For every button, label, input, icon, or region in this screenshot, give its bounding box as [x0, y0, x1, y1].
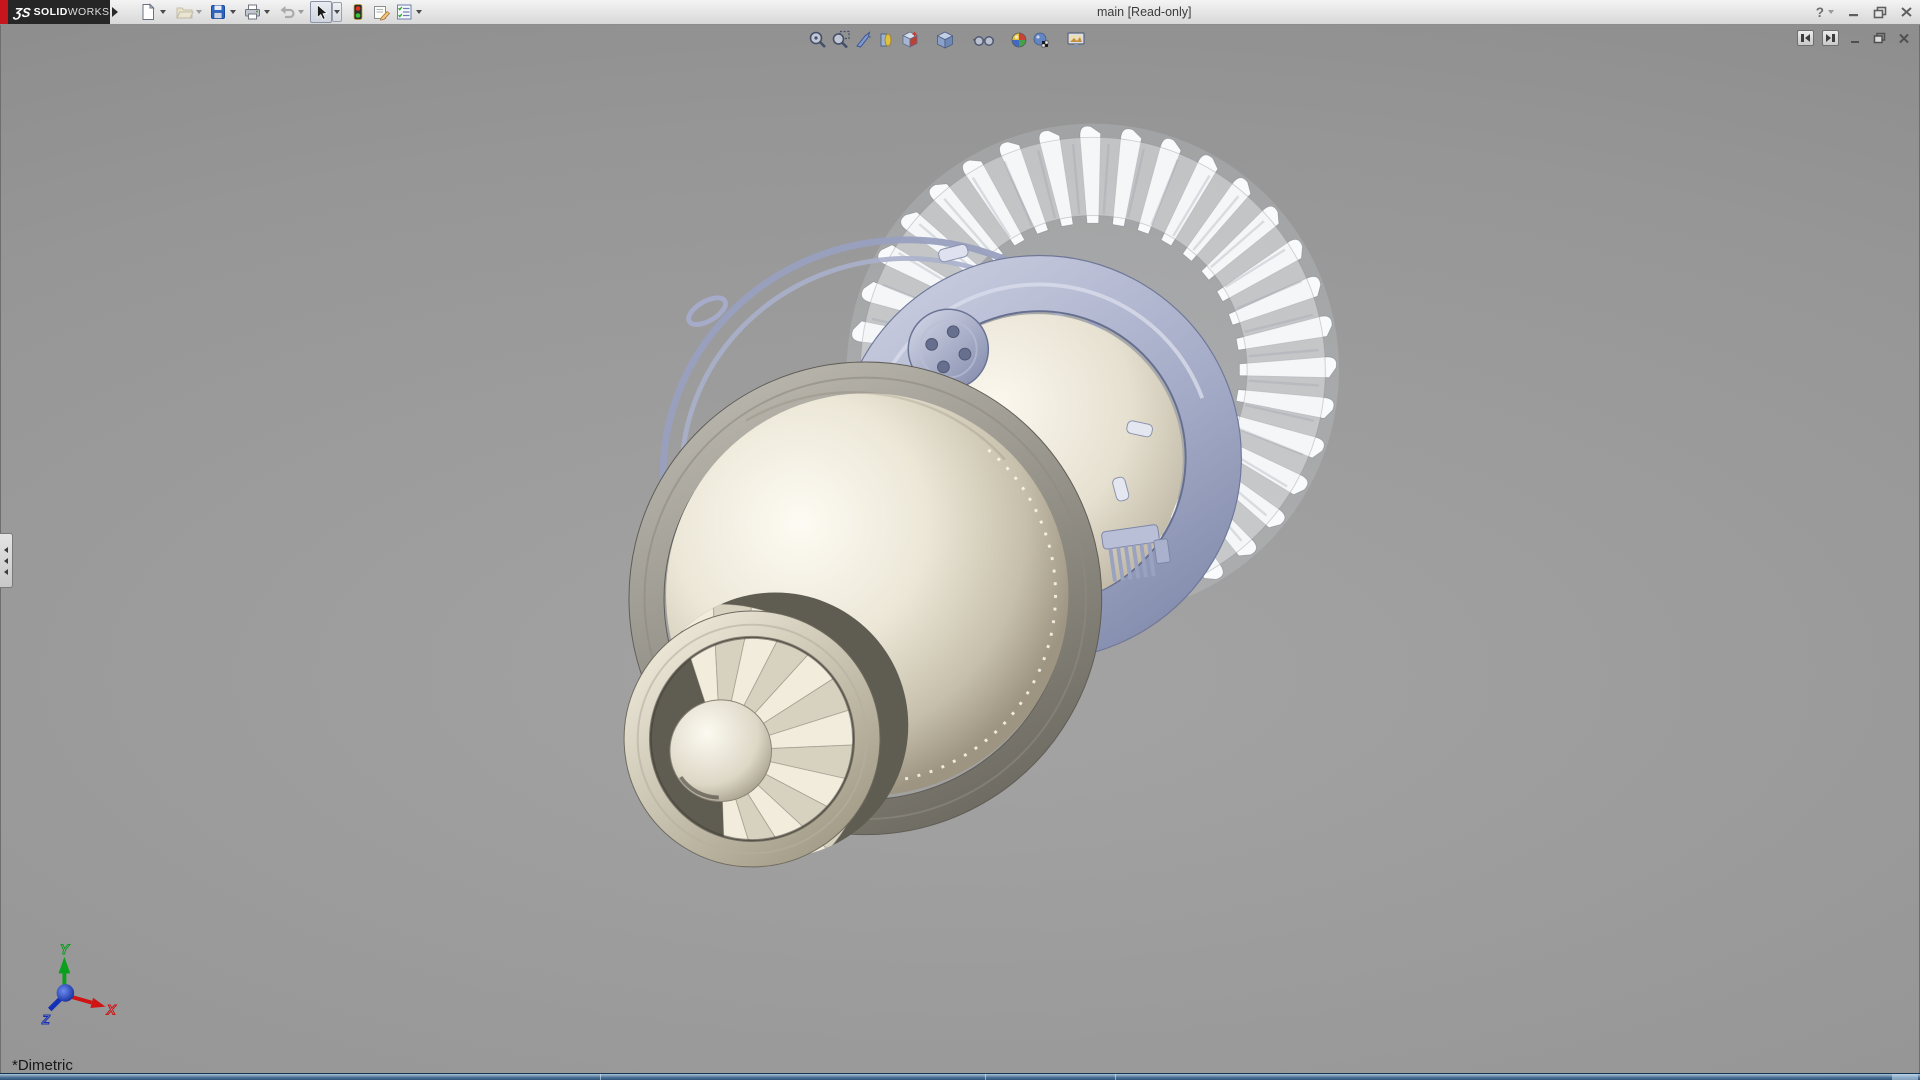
document-title: main [Read-only]: [1097, 5, 1192, 19]
zoom-to-area-icon: [832, 30, 850, 48]
zoom-to-selection-icon: [855, 30, 871, 48]
printer-icon: [244, 4, 260, 20]
select-caret-icon: [334, 10, 340, 14]
menu-expand-arrow-icon[interactable]: [112, 7, 118, 17]
triad-y-label: Y: [60, 942, 71, 957]
zoom-to-area-button[interactable]: [830, 29, 851, 50]
pane-left-arrow-icon: [1801, 34, 1810, 42]
close-icon: [1900, 7, 1912, 17]
appearance-ball-icon: [1011, 32, 1026, 47]
open-folder-icon: [175, 7, 194, 19]
restore-document-icon: [1873, 32, 1886, 44]
save-button[interactable]: [208, 2, 228, 22]
minimize-icon: [1849, 14, 1858, 17]
restore-button[interactable]: [1872, 4, 1888, 20]
comment-hand-icon: [374, 6, 391, 21]
triad-x-arrow: [90, 997, 106, 1009]
collapse-left-pane-button[interactable]: [1797, 30, 1814, 46]
apply-scene-button[interactable]: [1031, 29, 1052, 50]
section-view-icon: [880, 33, 891, 46]
select-tool-dropdown[interactable]: [332, 2, 342, 22]
zoom-to-selection-button[interactable]: [853, 29, 874, 50]
zoom-to-fit-button[interactable]: [807, 29, 828, 50]
collapse-arrow-icon: [4, 568, 8, 575]
document-controls: [1797, 30, 1911, 46]
undo-button[interactable]: [276, 2, 296, 22]
viewport-canvas[interactable]: Y X Z: [0, 25, 1920, 1073]
collapse-arrow-icon: [4, 557, 8, 564]
view-settings-icon: [1067, 31, 1085, 47]
taskbar-divider: [985, 1074, 986, 1080]
taskbar-show-desktop: [1892, 1074, 1918, 1080]
new-document-button[interactable]: [138, 2, 158, 22]
triad-y-arrow: [58, 956, 71, 974]
open-document-button[interactable]: [174, 2, 194, 22]
solidworks-logo-glyph: ƷS: [12, 4, 32, 20]
interference-check-button[interactable]: [348, 2, 368, 22]
display-style-icon: [936, 31, 953, 49]
section-view-button[interactable]: [876, 29, 897, 50]
view-orientation-button[interactable]: [899, 29, 920, 50]
undo-icon: [280, 6, 295, 19]
expand-right-pane-button[interactable]: [1822, 30, 1839, 46]
view-orientation-icon: [901, 31, 918, 48]
help-dropdown[interactable]: [1828, 10, 1834, 14]
triad-origin-ball: [56, 984, 75, 1002]
hide-show-items-button[interactable]: [973, 29, 994, 50]
help-button[interactable]: ?: [1816, 5, 1824, 20]
minimize-button[interactable]: [1846, 4, 1862, 20]
close-document-button[interactable]: [1896, 31, 1911, 45]
select-cursor-icon: [317, 3, 328, 20]
solidworks-logo: ƷS SOLID WORKS: [8, 0, 110, 24]
accent-strip: [0, 0, 8, 24]
glasses-icon: [973, 35, 994, 46]
view-settings-button[interactable]: [1066, 29, 1087, 50]
pane-right-arrow-icon: [1826, 34, 1835, 42]
feature-pane-collapsed-tab[interactable]: [0, 533, 13, 588]
heads-up-toolbar: [807, 29, 1087, 50]
triad-x-label: X: [106, 1002, 117, 1017]
design-checker-dropdown[interactable]: [416, 10, 422, 14]
solidworks-logo-bold: SOLID: [33, 6, 68, 18]
save-floppy-icon: [211, 5, 225, 19]
taskbar-divider: [1115, 1074, 1116, 1080]
design-checker-button[interactable]: [394, 2, 414, 22]
checkered-flag: [1041, 40, 1048, 47]
main-toolbar: [138, 1, 424, 23]
minimize-document-icon: [1851, 40, 1859, 43]
new-document-dropdown[interactable]: [160, 10, 166, 14]
traffic-light-icon: [353, 4, 363, 20]
select-tool-button[interactable]: [310, 1, 332, 23]
taskbar-edge: [0, 1073, 1920, 1080]
display-style-button[interactable]: [934, 29, 955, 50]
restore-document-button[interactable]: [1872, 31, 1887, 45]
minimize-document-button[interactable]: [1848, 31, 1863, 45]
close-button[interactable]: [1898, 4, 1914, 20]
exhaust-assembly: [623, 361, 1103, 868]
triad-z-label: Z: [41, 1013, 51, 1027]
restore-icon: [1873, 6, 1887, 18]
view-orientation-label: *Dimetric: [12, 1057, 73, 1074]
orientation-triad: Y X Z: [40, 941, 117, 1027]
zoom-to-fit-icon: [809, 31, 826, 48]
solidworks-logo-light: WORKS: [67, 6, 110, 18]
new-document-icon: [142, 3, 155, 20]
checklist-icon: [396, 4, 411, 20]
title-bar: ƷS SOLID WORKS main [Read-only] ?: [0, 0, 1920, 25]
taskbar-divider: [600, 1074, 601, 1080]
window-controls: ?: [1816, 2, 1914, 22]
model-jet-engine: Y X Z: [40, 123, 1339, 1028]
undo-dropdown[interactable]: [298, 10, 304, 14]
print-button[interactable]: [242, 2, 262, 22]
open-document-dropdown[interactable]: [196, 10, 202, 14]
collapse-arrow-icon: [4, 546, 8, 553]
close-document-icon: [1898, 33, 1909, 43]
edit-appearance-button[interactable]: [1008, 29, 1029, 50]
print-dropdown[interactable]: [264, 10, 270, 14]
save-dropdown[interactable]: [230, 10, 236, 14]
apply-scene-icon: [1033, 32, 1048, 47]
comment-button[interactable]: [372, 2, 392, 22]
